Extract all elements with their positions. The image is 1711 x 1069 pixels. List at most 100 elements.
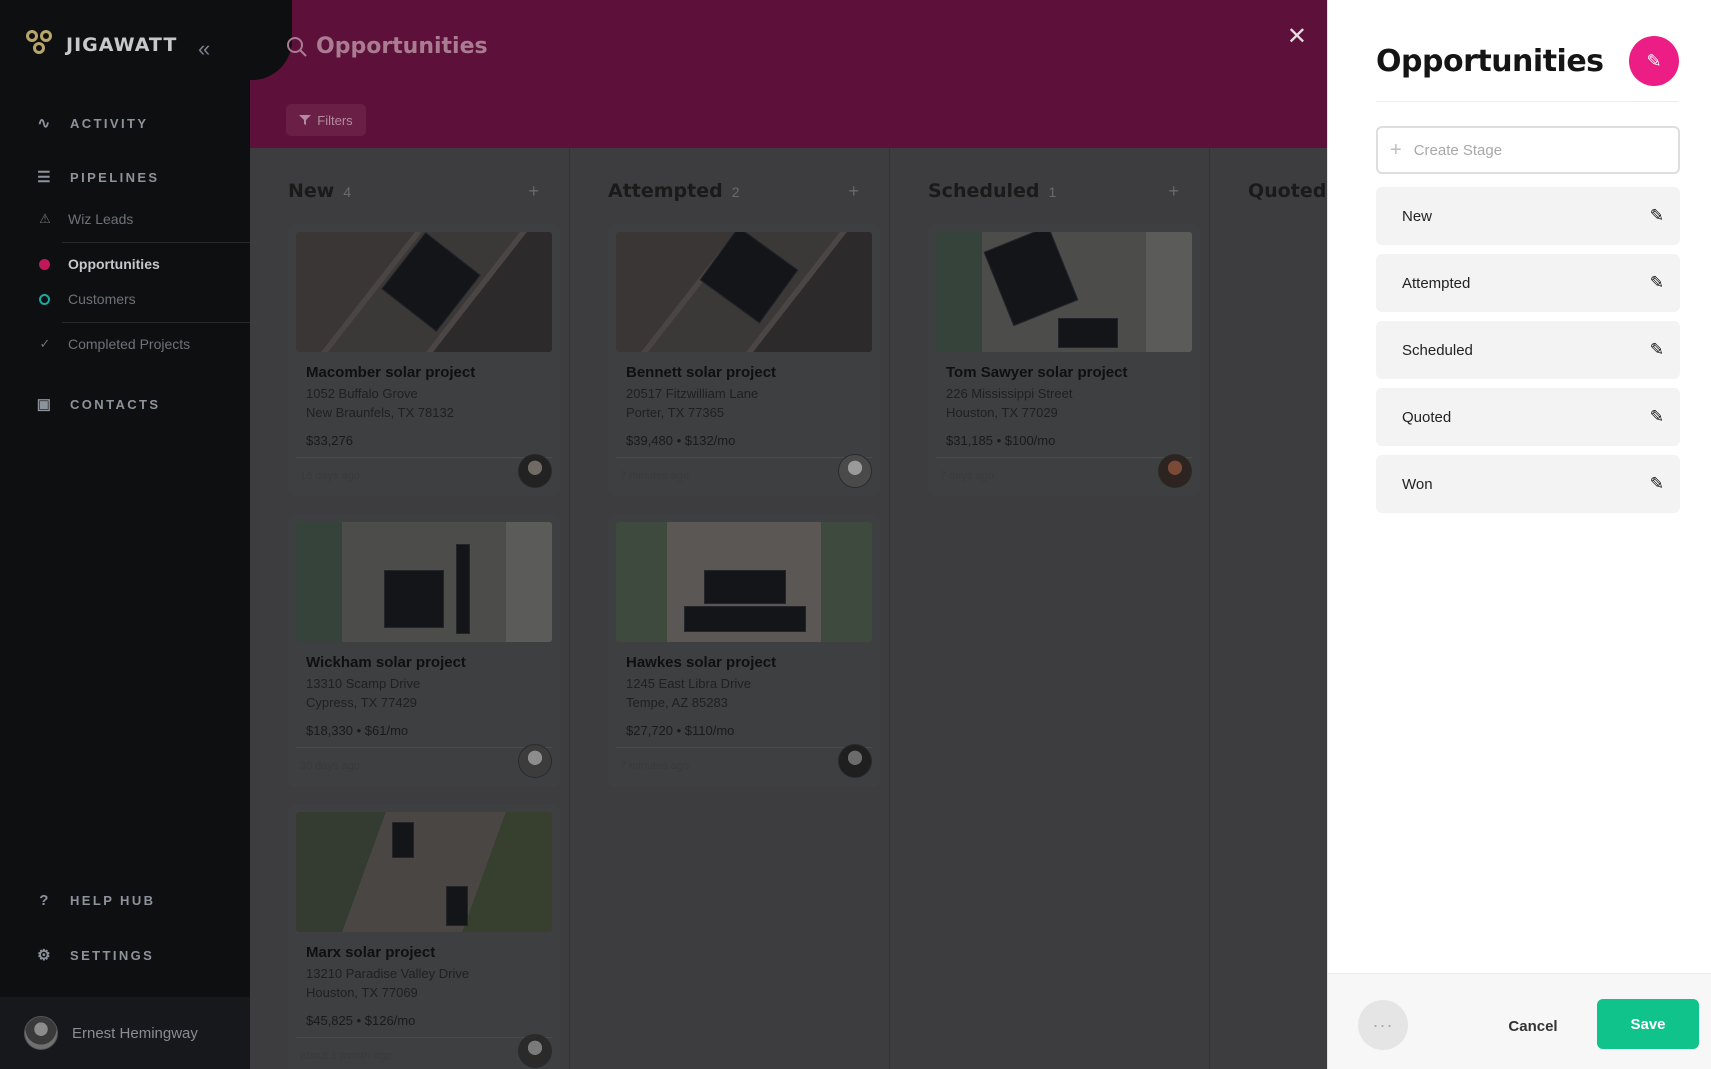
plus-icon: +: [1390, 138, 1402, 161]
column-count: 1: [1048, 184, 1057, 200]
nav-contacts-label: CONTACTS: [70, 396, 161, 412]
nav-opportunities-label: Opportunities: [68, 256, 160, 272]
nav-settings[interactable]: ⚙ SETTINGS: [36, 946, 154, 964]
card-divider: [936, 457, 1192, 458]
user-profile[interactable]: Ernest Hemingway: [0, 997, 250, 1069]
pencil-icon[interactable]: ✎: [1650, 474, 1664, 494]
add-card-button[interactable]: +: [528, 181, 539, 202]
nav-customers[interactable]: Customers: [36, 291, 136, 307]
board-search[interactable]: Opportunities: [286, 34, 488, 59]
card-divider: [296, 747, 552, 748]
roof-image: [936, 232, 1192, 352]
card-timestamp: 7 minutes ago: [620, 470, 690, 482]
avatar: [1158, 454, 1192, 488]
wizard-icon: ⚠: [39, 211, 51, 226]
card-price: $27,720 • $110/mo: [626, 723, 735, 738]
column-header: New 4 +: [288, 180, 539, 202]
nav-activity[interactable]: ∿ ACTIVITY: [36, 114, 148, 132]
customers-dot-icon: [39, 293, 50, 305]
close-icon[interactable]: ✕: [1287, 22, 1307, 51]
help-icon: ?: [39, 892, 51, 909]
column-header: Quoted: [1248, 180, 1327, 202]
card-title: Marx solar project: [306, 944, 436, 961]
edit-pipeline-button[interactable]: ✎: [1629, 36, 1679, 86]
pencil-icon[interactable]: ✎: [1650, 340, 1664, 360]
roof-image: [616, 522, 872, 642]
user-name: Ernest Hemingway: [72, 1024, 198, 1042]
board-title: Opportunities: [316, 34, 488, 59]
nav-wiz-leads[interactable]: ⚠ Wiz Leads: [36, 211, 133, 227]
card-divider: [616, 457, 872, 458]
opportunity-card[interactable]: Macomber solar project 1052 Buffalo Grov…: [288, 224, 560, 496]
app-name: JIGAWATT: [66, 34, 178, 56]
card-title: Bennett solar project: [626, 364, 777, 381]
cancel-button[interactable]: Cancel: [1488, 1004, 1578, 1048]
stage-item-attempted[interactable]: Attempted ✎: [1376, 254, 1680, 312]
jigawatt-logo-icon: [26, 30, 56, 60]
pencil-icon[interactable]: ✎: [1650, 407, 1664, 427]
filters-label: Filters: [317, 112, 353, 128]
search-icon: [287, 36, 307, 57]
nav-completed-projects-label: Completed Projects: [68, 336, 191, 352]
card-price: $31,185 • $100/mo: [946, 433, 1056, 448]
opportunity-card[interactable]: Bennett solar project 20517 Fitzwilliam …: [608, 224, 880, 496]
create-stage-placeholder: Create Stage: [1413, 141, 1503, 159]
pencil-icon[interactable]: ✎: [1650, 273, 1664, 293]
roof-image: [296, 522, 552, 642]
stage-item-scheduled[interactable]: Scheduled ✎: [1376, 321, 1680, 379]
opportunity-card[interactable]: Marx solar project 13210 Paradise Valley…: [288, 804, 560, 1069]
more-options-button[interactable]: ···: [1358, 1000, 1408, 1050]
stage-name: New: [1402, 207, 1433, 225]
stage-item-quoted[interactable]: Quoted ✎: [1376, 388, 1680, 446]
stage-item-won[interactable]: Won ✎: [1376, 455, 1680, 513]
stage-name: Quoted: [1402, 408, 1452, 426]
roof-image: [296, 232, 552, 352]
stage-name: Scheduled: [1402, 341, 1473, 359]
nav-help-hub[interactable]: ? HELP HUB: [36, 892, 155, 909]
avatar: [518, 1034, 552, 1068]
stage-name: Attempted: [1402, 274, 1471, 292]
card-divider: [296, 457, 552, 458]
opportunity-card[interactable]: Wickham solar project 13310 Scamp Drive …: [288, 514, 560, 786]
opportunity-card[interactable]: Hawkes solar project 1245 East Libra Dri…: [608, 514, 880, 786]
card-address-line2: Cypress, TX 77429: [306, 695, 418, 710]
opportunities-dot-icon: [39, 258, 50, 270]
double-chevron-left-icon[interactable]: «: [198, 36, 210, 62]
stage-column-attempted: Attempted 2 + Bennett solar project 2051…: [570, 148, 890, 1069]
card-address-line2: Houston, TX 77029: [946, 405, 1058, 420]
nav-completed-projects[interactable]: ✓ Completed Projects: [36, 336, 191, 352]
card-price: $33,276: [306, 433, 353, 448]
list-icon: ☰: [37, 169, 53, 186]
logo[interactable]: JIGAWATT: [26, 30, 177, 60]
contacts-icon: ▣: [36, 396, 54, 413]
save-button[interactable]: Save: [1597, 999, 1699, 1049]
add-card-button[interactable]: +: [848, 181, 859, 202]
nav-contacts[interactable]: ▣ CONTACTS: [36, 395, 160, 413]
add-card-button[interactable]: +: [1168, 181, 1179, 202]
nav-divider: [62, 322, 250, 323]
create-stage-field[interactable]: + Create Stage: [1376, 126, 1680, 174]
stage-column-new: New 4 + Macomber solar project 1052 Buff…: [250, 148, 570, 1069]
pipeline-board: Opportunities ✕ Filters New 4 + Macomber…: [250, 0, 1327, 1069]
panel-title: Opportunities: [1376, 44, 1604, 79]
card-address-line1: 226 Mississippi Street: [946, 386, 1073, 401]
card-timestamp: about 1 month ago: [300, 1050, 392, 1062]
stage-item-new[interactable]: New ✎: [1376, 187, 1680, 245]
card-price: $39,480 • $132/mo: [626, 433, 736, 448]
card-timestamp: 16 days ago: [300, 470, 360, 482]
filters-button[interactable]: Filters: [286, 104, 366, 136]
panel-footer: ··· Cancel Save: [1328, 973, 1711, 1069]
column-header: Attempted 2 +: [608, 180, 859, 202]
column-title: Scheduled: [928, 180, 1040, 202]
nav-pipelines[interactable]: ☰ PIPELINES: [36, 168, 160, 186]
nav-opportunities[interactable]: Opportunities: [36, 256, 160, 272]
pencil-icon[interactable]: ✎: [1650, 206, 1664, 226]
opportunity-card[interactable]: Tom Sawyer solar project 226 Mississippi…: [928, 224, 1200, 496]
card-divider: [296, 1037, 552, 1038]
avatar: [518, 744, 552, 778]
card-address-line2: New Braunfels, TX 78132: [306, 405, 454, 420]
gear-icon: ⚙: [37, 947, 53, 964]
column-title: Attempted: [608, 180, 723, 202]
nav-divider: [62, 242, 250, 243]
card-address-line1: 20517 Fitzwilliam Lane: [626, 386, 759, 401]
